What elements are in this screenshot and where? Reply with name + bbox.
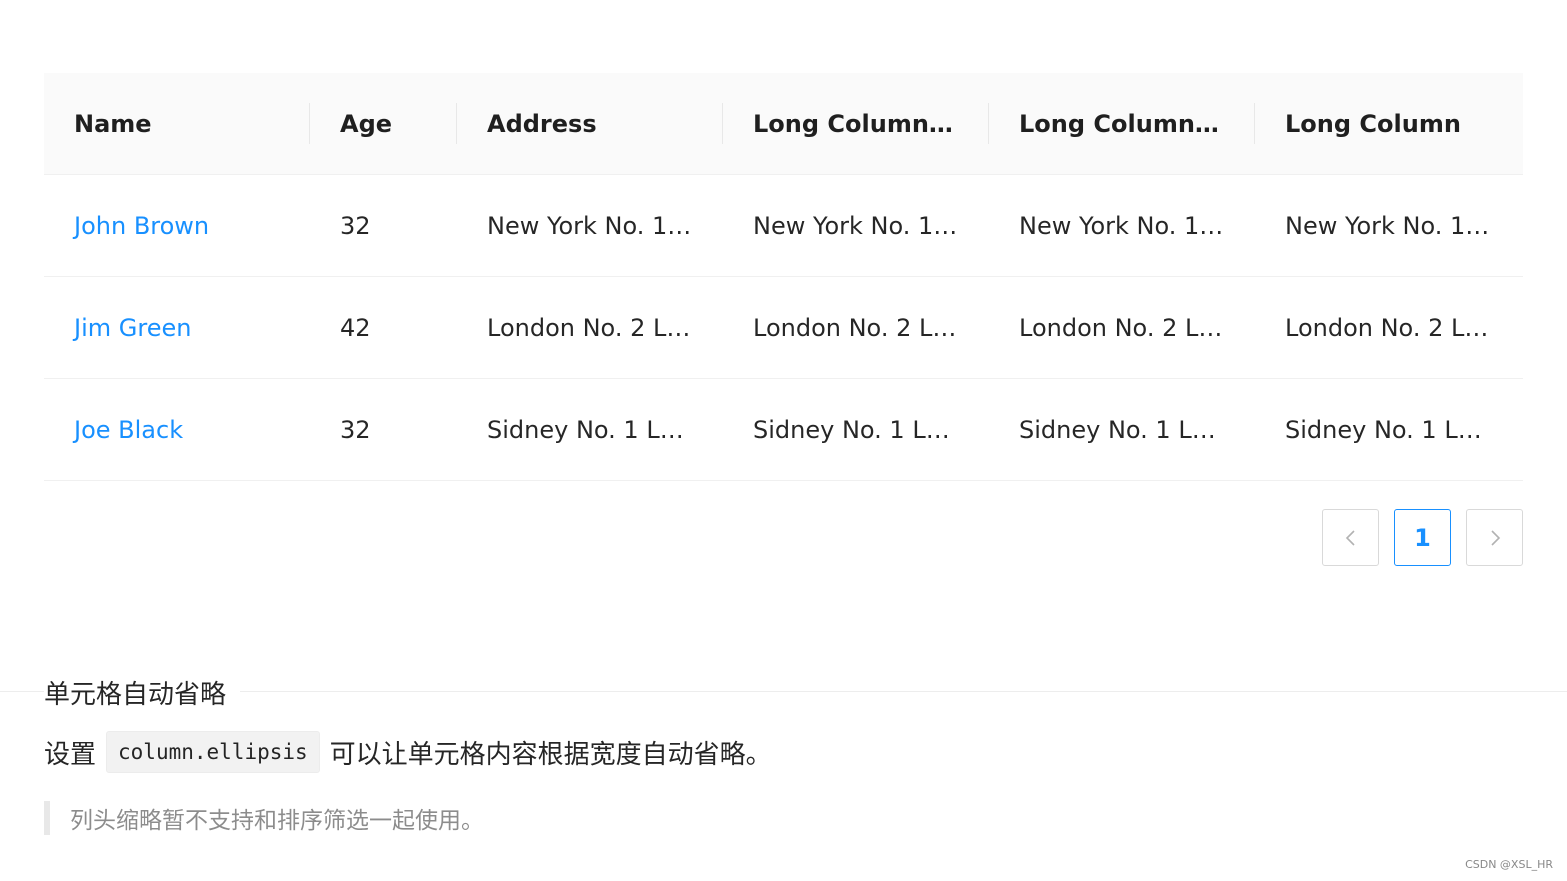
column-header-name: Name [44,73,310,175]
note-text: 列头缩略暂不支持和排序筛选一起使用。 [70,808,484,834]
column-header-label: Long Column Long Column [1019,109,1255,138]
table-header: Name Age Address Long Column Long Column… [44,73,1523,175]
table-header-row: Name Age Address Long Column Long Column… [44,73,1523,175]
cell-name: Jim Green [44,276,310,379]
cell-address: New York No. 1 Lake Park, New York No. 1… [457,174,723,277]
column-header-age: Age [310,73,457,175]
cell-age: 42 [310,276,457,379]
cell-long-2: London No. 2 Lake Park, London No. 2 Lak… [989,276,1255,379]
page: Name Age Address Long Column Long Column… [0,0,1567,881]
name-link[interactable]: Joe Black [74,416,183,444]
description-prefix: 设置 [44,739,97,770]
code-snippet: column.ellipsis [106,731,320,773]
column-header-label: Long Column Long Column Long Column [753,109,989,138]
data-table-container: Name Age Address Long Column Long Column… [44,73,1523,481]
column-header-label: Name [74,109,152,138]
cell-long-2: Sidney No. 1 Lake Park, Sidney No. 1 Lak… [989,378,1255,481]
column-header-label: Address [487,109,597,138]
cell-long-3: London No. 2 Lake Park, London No. 2 Lak… [1255,276,1523,379]
column-header-long-2: Long Column Long Column [989,73,1255,175]
note-blockquote: 列头缩略暂不支持和排序筛选一起使用。 [44,801,484,835]
pagination: 1 [1322,509,1523,566]
chevron-right-icon [1490,529,1500,546]
table-body: John Brown 32 New York No. 1 Lake Park, … [44,174,1523,481]
page-number-button[interactable]: 1 [1394,509,1451,566]
table-row: John Brown 32 New York No. 1 Lake Park, … [44,174,1523,277]
cell-long-1: New York No. 1 Lake Park, New York No. 1… [723,174,989,277]
cell-long-3: Sidney No. 1 Lake Park, Sidney No. 1 Lak… [1255,378,1523,481]
chevron-left-icon [1345,529,1355,546]
column-header-long-3: Long Column [1255,73,1523,175]
cell-name: Joe Black [44,378,310,481]
column-header-label: Long Column [1285,109,1461,138]
cell-address: London No. 2 Lake Park, London No. 2 Lak… [457,276,723,379]
section-description: 设置 column.ellipsis 可以让单元格内容根据宽度自动省略。 [44,731,772,773]
cell-long-3: New York No. 1 Lake Park, New York No. 1… [1255,174,1523,277]
section-title: 单元格自动省略 [44,674,241,711]
cell-age: 32 [310,378,457,481]
cell-long-2: New York No. 1 Lake Park, New York No. 1… [989,174,1255,277]
cell-age: 32 [310,174,457,277]
name-link[interactable]: Jim Green [74,314,191,342]
data-table: Name Age Address Long Column Long Column… [44,73,1523,481]
column-header-address: Address [457,73,723,175]
cell-long-1: Sidney No. 1 Lake Park, Sidney No. 1 Lak… [723,378,989,481]
watermark: CSDN @XSL_HR [1465,858,1553,871]
next-page-button[interactable] [1466,509,1523,566]
cell-name: John Brown [44,174,310,277]
column-header-long-1: Long Column Long Column Long Column [723,73,989,175]
column-header-label: Age [340,109,393,138]
cell-address: Sidney No. 1 Lake Park, Sidney No. 1 Lak… [457,378,723,481]
cell-long-1: London No. 2 Lake Park, London No. 2 Lak… [723,276,989,379]
table-row: Jim Green 42 London No. 2 Lake Park, Lon… [44,276,1523,379]
prev-page-button[interactable] [1322,509,1379,566]
description-suffix: 可以让单元格内容根据宽度自动省略。 [329,739,772,770]
table-row: Joe Black 32 Sidney No. 1 Lake Park, Sid… [44,378,1523,481]
name-link[interactable]: John Brown [74,212,209,240]
